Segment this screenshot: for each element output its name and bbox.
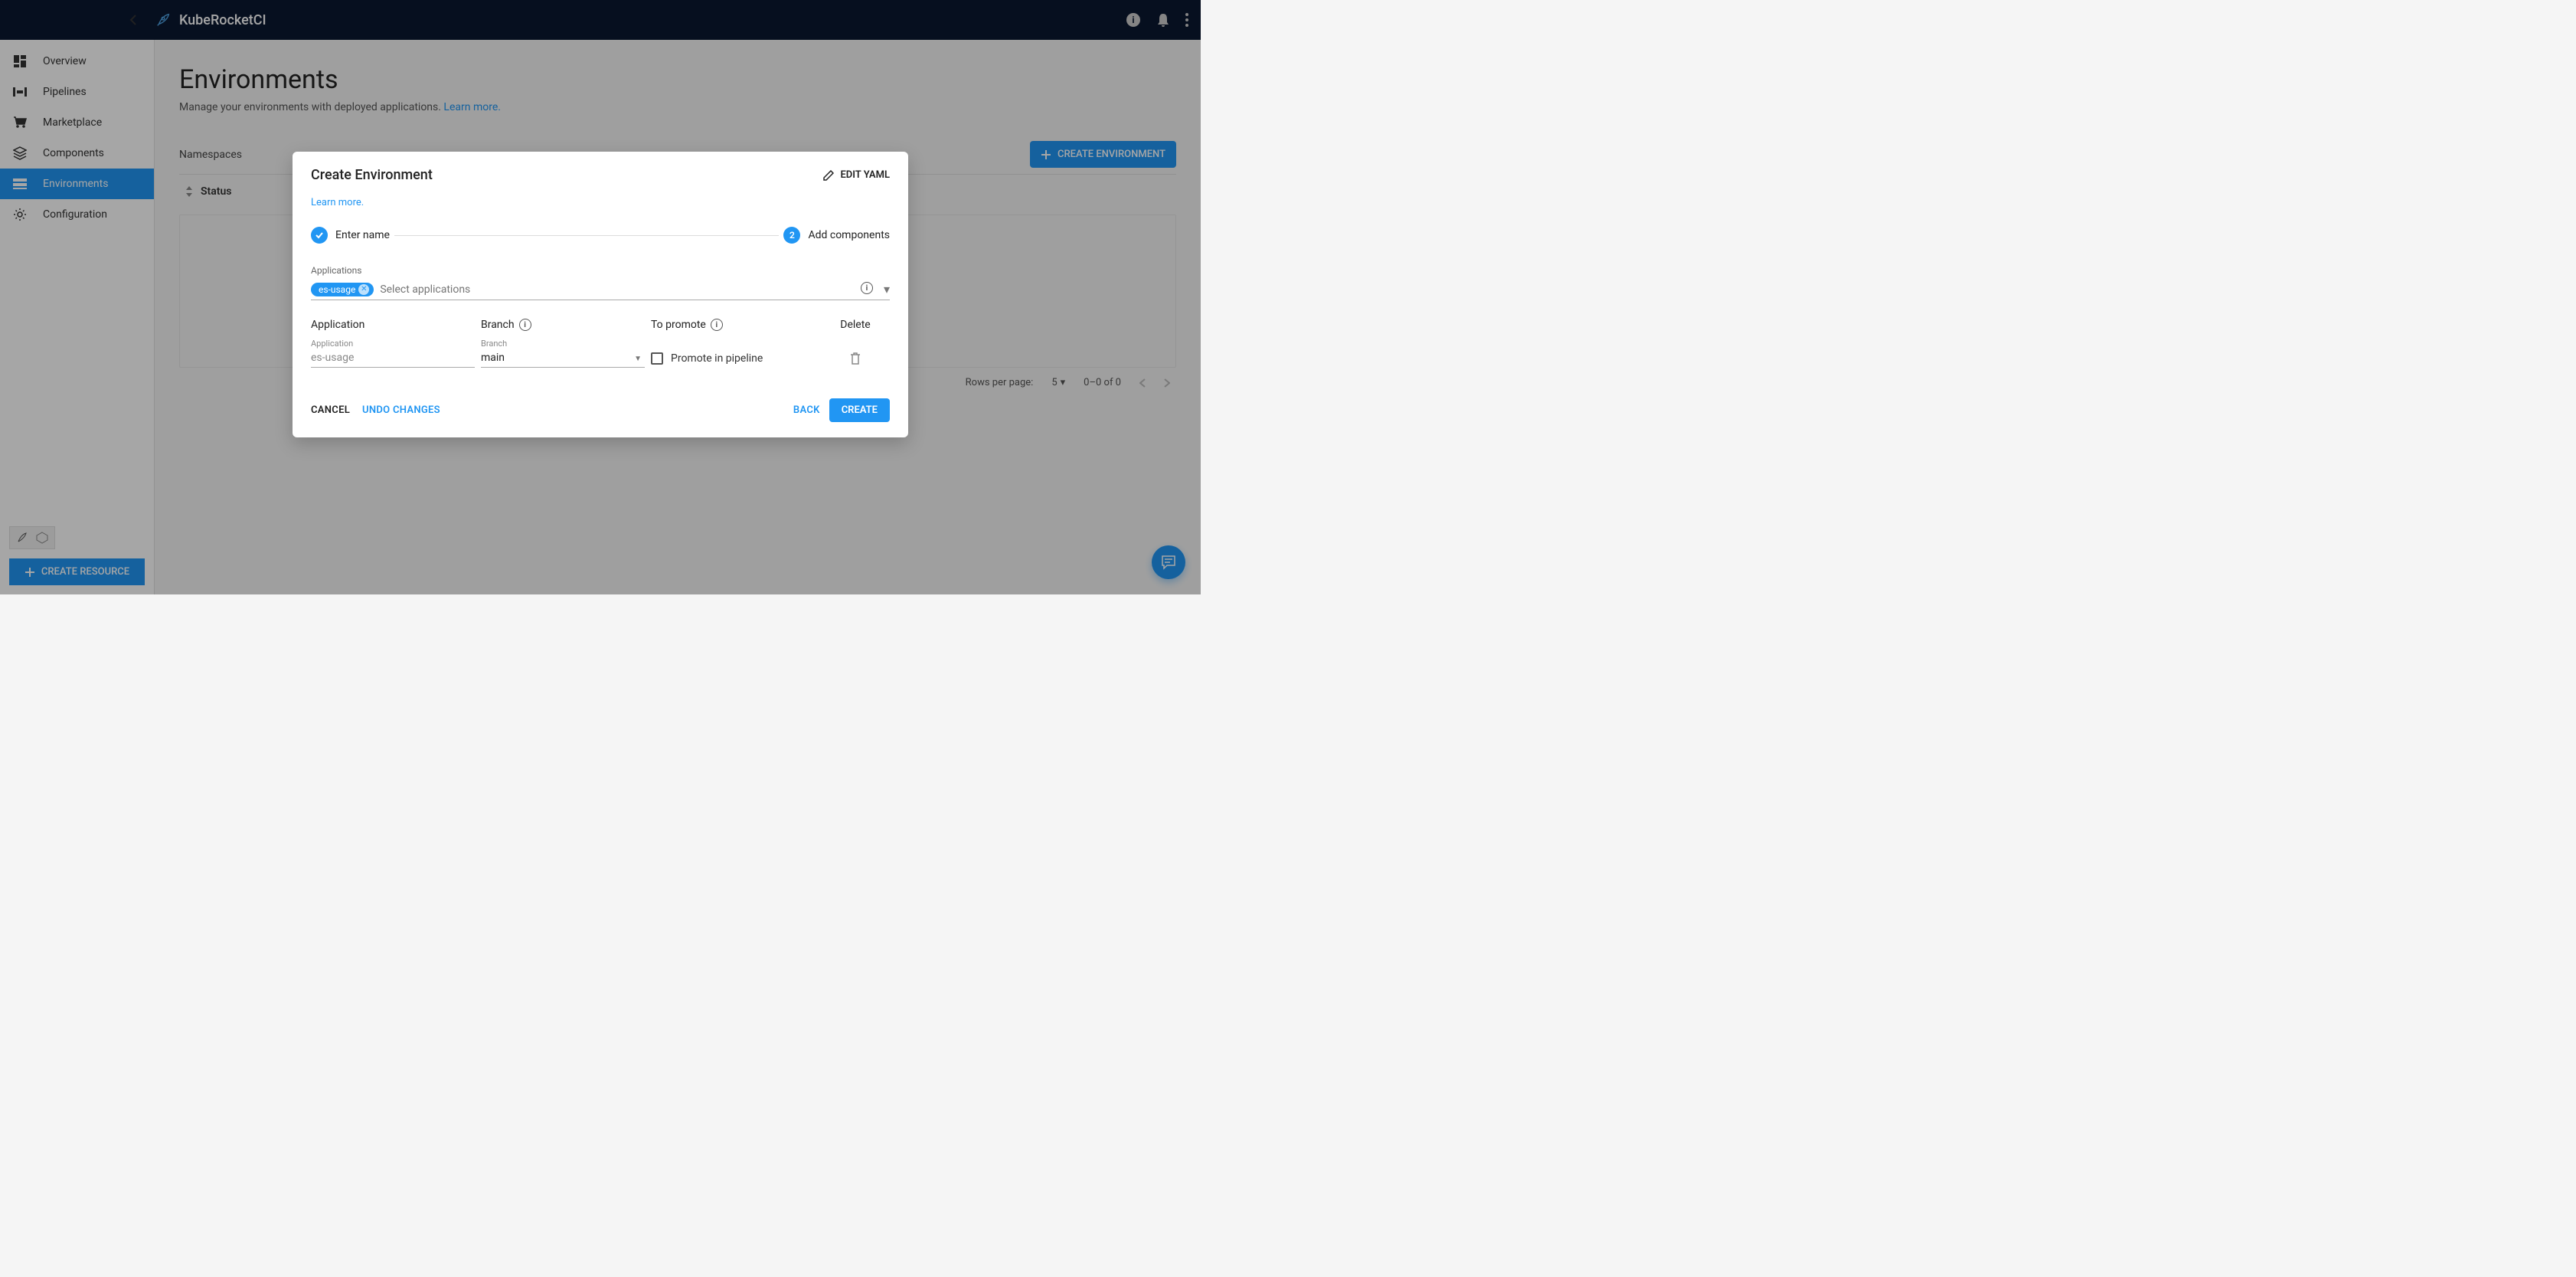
applications-field: Applications es-usage ✕ i ▾ — [311, 265, 890, 300]
application-mini-label: Application — [311, 339, 475, 349]
application-chip: es-usage ✕ — [311, 283, 374, 296]
undo-changes-button[interactable]: UNDO CHANGES — [362, 404, 440, 416]
select-icons: i ▾ — [861, 282, 890, 296]
step2-label: Add components — [808, 229, 890, 241]
promote-cell[interactable]: Promote in pipeline — [651, 352, 815, 368]
application-row: Application Branch ▼ Promote in pipeline — [311, 339, 890, 368]
step2-number: 2 — [783, 227, 800, 244]
chip-remove-icon[interactable]: ✕ — [358, 284, 369, 295]
modal-footer: CANCEL UNDO CHANGES BACK CREATE — [311, 398, 890, 422]
col-to-promote: To promotei — [651, 319, 815, 331]
info-icon[interactable]: i — [519, 319, 531, 331]
back-button[interactable]: BACK — [793, 404, 820, 416]
col-branch: Branchi — [481, 319, 645, 331]
col-application: Application — [311, 319, 475, 331]
step-add-components[interactable]: 2 Add components — [783, 227, 890, 244]
chip-label: es-usage — [319, 284, 355, 295]
dropdown-arrow-icon[interactable]: ▾ — [884, 282, 890, 296]
promote-label: Promote in pipeline — [671, 352, 763, 365]
dropdown-arrow-icon: ▼ — [634, 355, 642, 363]
applications-label: Applications — [311, 265, 890, 276]
promote-checkbox[interactable] — [651, 352, 663, 365]
info-icon[interactable]: i — [861, 282, 873, 294]
applications-select[interactable]: es-usage ✕ i ▾ — [311, 279, 890, 300]
branch-mini-label: Branch — [481, 339, 645, 349]
columns-header: Application Branchi To promotei Delete — [311, 319, 890, 331]
edit-yaml-label: EDIT YAML — [840, 169, 890, 181]
branch-field[interactable]: Branch ▼ — [481, 339, 645, 368]
application-name-field: Application — [311, 339, 475, 368]
create-environment-modal: Create Environment EDIT YAML Learn more.… — [293, 152, 908, 437]
modal-title: Create Environment — [311, 167, 433, 183]
check-icon — [311, 227, 328, 244]
edit-yaml-button[interactable]: EDIT YAML — [823, 169, 890, 181]
step-connector — [394, 235, 780, 236]
create-button[interactable]: CREATE — [829, 398, 890, 422]
application-name-input — [311, 349, 475, 368]
cancel-button[interactable]: CANCEL — [311, 404, 350, 416]
modal-learn-more-link[interactable]: Learn more. — [311, 197, 364, 208]
modal-header: Create Environment EDIT YAML — [311, 167, 890, 183]
pencil-icon — [823, 170, 834, 181]
applications-input[interactable] — [380, 283, 861, 296]
col-delete: Delete — [821, 319, 890, 331]
trash-icon — [850, 352, 861, 365]
info-icon[interactable]: i — [711, 319, 723, 331]
modal-learn-more: Learn more. — [311, 197, 890, 208]
branch-select[interactable] — [481, 349, 645, 368]
step1-label: Enter name — [335, 229, 390, 241]
step-enter-name[interactable]: Enter name — [311, 227, 390, 244]
delete-row-button[interactable] — [821, 352, 890, 368]
stepper: Enter name 2 Add components — [311, 227, 890, 244]
